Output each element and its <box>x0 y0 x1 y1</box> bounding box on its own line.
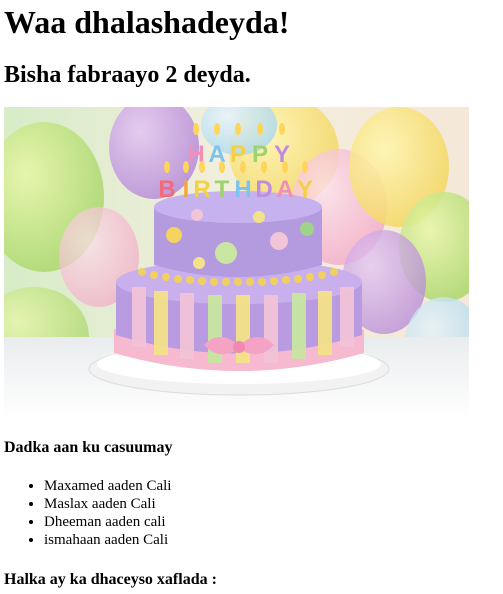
svg-text:R: R <box>193 176 210 203</box>
list-item: Dheeman aaden cali <box>44 513 171 531</box>
svg-text:B: B <box>158 176 175 203</box>
svg-text:Y: Y <box>297 176 313 203</box>
guest-list: Maxamed aaden Cali Maslax aaden Cali Dhe… <box>4 477 171 549</box>
birthday-cake-image: H A P P Y B I R T H D A Y <box>4 107 469 418</box>
guests-heading: Dadka aan ku casuumay <box>4 439 173 456</box>
page-title: Waa dhalashadeyda! <box>4 4 290 40</box>
svg-text:D: D <box>255 176 272 203</box>
page-subtitle: Bisha fabraayo 2 deyda. <box>4 62 251 88</box>
list-item: Maxamed aaden Cali <box>44 477 171 495</box>
svg-text:Y: Y <box>274 141 290 168</box>
venue-heading: Halka ay ka dhaceyso xaflada : <box>4 571 217 588</box>
list-item: Maslax aaden Cali <box>44 495 171 513</box>
svg-text:A: A <box>276 176 293 203</box>
svg-text:I: I <box>183 176 190 203</box>
svg-text:T: T <box>215 176 230 203</box>
list-item: ismahaan aaden Cali <box>44 531 171 549</box>
svg-text:H: H <box>234 176 251 203</box>
